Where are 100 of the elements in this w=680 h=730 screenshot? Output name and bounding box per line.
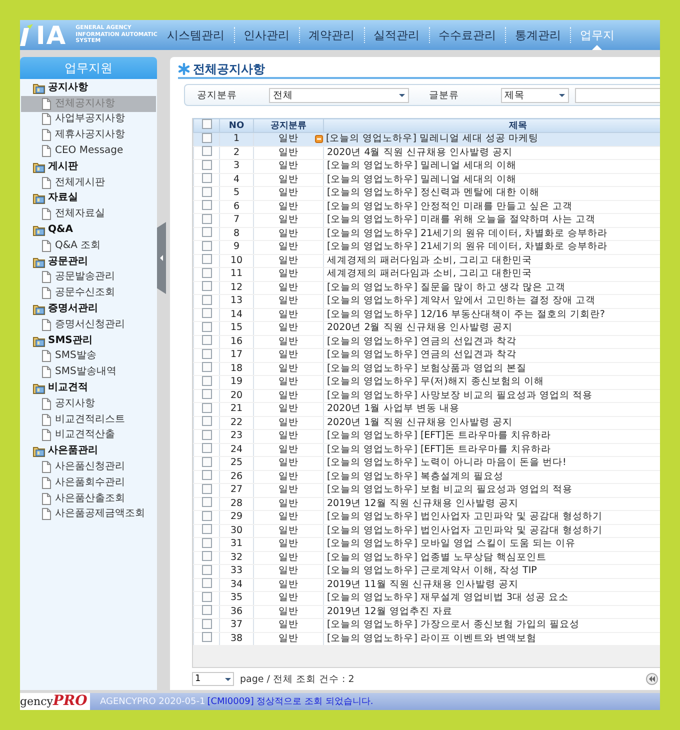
checkbox[interactable]	[202, 484, 212, 494]
table-row[interactable]: 25 일반 [오늘의 영업노하우] 노력이 아니라 마음이 돈을 번다!	[194, 456, 660, 470]
table-row[interactable]: 18 일반 [오늘의 영업노하우] 보험상품과 영업의 본질	[194, 362, 660, 376]
checkbox[interactable]	[202, 416, 212, 426]
table-row[interactable]: 15 일반 2020년 2월 직원 신규채용 인사발령 공지	[194, 322, 660, 335]
checkbox[interactable]	[202, 443, 212, 454]
table-row[interactable]: 37 일반 [오늘의 영업노하우] 가장으로서 종신보험 가입의 필요성	[194, 618, 660, 632]
table-row[interactable]: 28 일반 2019년 12월 직원 신규채용 인사발령 공지	[194, 497, 660, 510]
checkbox[interactable]	[202, 592, 212, 602]
menu-group[interactable]: 공지사항	[20, 80, 157, 96]
table-row[interactable]: 21 일반 2020년 1월 사업부 변동 내용	[194, 402, 660, 416]
checkbox[interactable]	[202, 227, 212, 238]
filter-select[interactable]: 전체	[268, 88, 409, 102]
table-row[interactable]: 32 일반 [오늘의 영업노하우] 업종별 노무상담 핵심포인트	[194, 551, 660, 564]
table-row[interactable]: 3 일반 [오늘의 영업노하우] 밀레니얼 세대의 이해	[194, 160, 660, 173]
table-row[interactable]: 38 일반 [오늘의 영업노하우] 라이프 이벤트와 변액보험	[194, 632, 660, 646]
table-row[interactable]: 33 일반 [오늘의 영업노하우] 근로계약서 이해, 작성 TIP	[194, 564, 660, 578]
menu-item[interactable]: 사은품회수관리	[21, 474, 156, 491]
checkbox[interactable]	[202, 402, 212, 413]
menu-item[interactable]: 전체자료실	[21, 206, 156, 222]
menu-item[interactable]: Q&A 조회	[21, 238, 156, 254]
table-row[interactable]: 7 일반 [오늘의 영업노하우] 미래를 위해 오늘을 절약하며 사는 고객	[194, 214, 660, 227]
menu-item[interactable]: 공문수신조회	[21, 285, 156, 302]
menu-group[interactable]: SMS관리	[20, 332, 157, 349]
menu-item[interactable]: 비교견적산출	[21, 428, 156, 444]
table-row[interactable]: 19 일반 [오늘의 영업노하우] 무(저)해지 종신보험의 이해	[194, 376, 660, 389]
checkbox[interactable]	[202, 254, 212, 264]
table-row[interactable]: 22 일반 2020년 1월 직원 신규채용 인사발령 공지	[194, 416, 660, 430]
menu-group[interactable]: Q&A	[20, 222, 157, 238]
menu-group[interactable]: 공문관리	[20, 254, 157, 270]
menu-tab[interactable]: 수수료관리	[430, 20, 505, 50]
table-row[interactable]: 4 일반 [오늘의 영업노하우] 밀레니얼 세대의 이해	[194, 173, 660, 186]
table-row[interactable]: 23 일반 [오늘의 영업노하우] [EFT]돈 트라우마를 치유하라	[194, 430, 660, 443]
menu-group[interactable]: 사은품관리	[20, 443, 157, 460]
table-row[interactable]: 10 일반 세계경제의 패러다임과 소비, 그리고 대한민국	[194, 254, 660, 268]
menu-item[interactable]: 공지사항	[21, 396, 156, 412]
checkbox[interactable]	[202, 322, 212, 332]
checkbox[interactable]	[202, 308, 212, 318]
checkbox[interactable]	[202, 538, 212, 548]
menu-item[interactable]: 전체게시판	[21, 174, 156, 191]
table-row[interactable]: 13 일반 [오늘의 영업노하우] 계약서 앞에서 고민하는 결정 장애 고객	[194, 294, 660, 308]
menu-item[interactable]: CEO Message	[21, 143, 156, 159]
checkbox[interactable]	[202, 186, 212, 197]
menu-item[interactable]: 사은품산출조회	[21, 490, 156, 507]
checkbox[interactable]	[202, 376, 212, 386]
table-row[interactable]: 31 일반 [오늘의 영업노하우] 모바일 영업 스킬이 도움 되는 이유	[194, 538, 660, 551]
table-row[interactable]: 26 일반 [오늘의 영업노하우] 복층설계의 필요성	[194, 470, 660, 484]
checkbox[interactable]	[202, 214, 212, 224]
checkbox[interactable]	[202, 146, 212, 156]
menu-tab[interactable]: 계약관리	[300, 20, 364, 50]
menu-group[interactable]: 비교견적	[20, 380, 157, 396]
menu-item[interactable]: 제휴사공지사항	[21, 127, 156, 144]
table-row[interactable]: 34 일반 2019년 11월 직원 신규채용 인사발령 공지	[194, 578, 660, 592]
table-row[interactable]: 24 일반 [오늘의 영업노하우] [EFT]돈 트라우마를 치유하라	[194, 443, 660, 456]
checkbox[interactable]	[202, 510, 212, 521]
menu-tab[interactable]: 시스템관리	[158, 20, 234, 50]
checkbox[interactable]	[202, 564, 212, 575]
checkbox[interactable]	[202, 268, 212, 278]
menu-tab[interactable]: 실적관리	[364, 20, 428, 50]
menu-group[interactable]: 자료실	[20, 190, 157, 206]
table-row[interactable]: 12 일반 [오늘의 영업노하우] 질문을 많이 하고 생각 많은 고객	[194, 281, 660, 294]
table-row[interactable]: 35 일반 [오늘의 영업노하우] 재무설계 영업비법 3대 성공 요소	[194, 592, 660, 605]
menu-item[interactable]: 사업부공지사항	[21, 112, 156, 128]
menu-tab[interactable]: 통계관리	[506, 20, 570, 50]
menu-tab[interactable]: 인사관리	[234, 20, 298, 50]
checkbox[interactable]	[202, 430, 212, 440]
checkbox[interactable]	[202, 605, 212, 616]
checkbox[interactable]	[202, 294, 212, 305]
table-row[interactable]: 5 일반 [오늘의 영업노하우] 정신력과 멘탈에 대한 이해	[194, 186, 660, 200]
checkbox[interactable]	[202, 173, 212, 184]
table-row[interactable]: 17 일반 [오늘의 영업노하우] 연금의 선입견과 착각	[194, 348, 660, 362]
checkbox[interactable]	[202, 160, 212, 170]
table-row[interactable]: 20 일반 [오늘의 영업노하우] 사망보장 비교의 필요성과 영업의 적용	[194, 389, 660, 402]
checkbox[interactable]	[202, 456, 212, 467]
table-row[interactable]: 29 일반 [오늘의 영업노하우] 법인사업자 고민파악 및 공감대 형성하기	[194, 510, 660, 524]
menu-item[interactable]: 공문발송관리	[21, 270, 156, 286]
checkbox[interactable]	[202, 119, 212, 130]
filter-select[interactable]: 제목	[500, 88, 570, 102]
checkbox[interactable]	[202, 524, 212, 534]
menu-group[interactable]: 게시판	[20, 158, 157, 175]
menu-item[interactable]: 비교견적리스트	[21, 412, 156, 428]
table-row[interactable]: 8 일반 [오늘의 영업노하우] 21세기의 원유 데이터, 차별화로 승부하라	[194, 227, 660, 240]
checkbox[interactable]	[202, 578, 212, 588]
checkbox[interactable]	[202, 281, 212, 292]
checkbox[interactable]	[202, 200, 212, 210]
checkbox[interactable]	[202, 389, 212, 400]
menu-item[interactable]: SMS발송	[21, 348, 156, 364]
collapse-handle[interactable]	[157, 222, 166, 294]
checkbox[interactable]	[202, 632, 212, 642]
table-row[interactable]: 16 일반 [오늘의 영업노하우] 연금의 선입견과 착각	[194, 335, 660, 348]
menu-item[interactable]: SMS발송내역	[21, 364, 156, 380]
checkbox[interactable]	[202, 348, 212, 359]
menu-item[interactable]: 사은품신청관리	[21, 459, 156, 475]
table-row[interactable]: 27 일반 [오늘의 영업노하우] 보험 비교의 필요성과 영업의 적용	[194, 484, 660, 497]
table-row[interactable]: 11 일반 세계경제의 패러다임과 소비, 그리고 대한민국	[194, 268, 660, 281]
page-select[interactable]: 1	[192, 672, 234, 686]
checkbox[interactable]	[202, 618, 212, 629]
checkbox[interactable]	[202, 335, 212, 346]
table-row[interactable]: 30 일반 [오늘의 영업노하우] 법인사업자 고민파악 및 공감대 형성하기	[194, 524, 660, 538]
checkbox[interactable]	[202, 240, 212, 251]
